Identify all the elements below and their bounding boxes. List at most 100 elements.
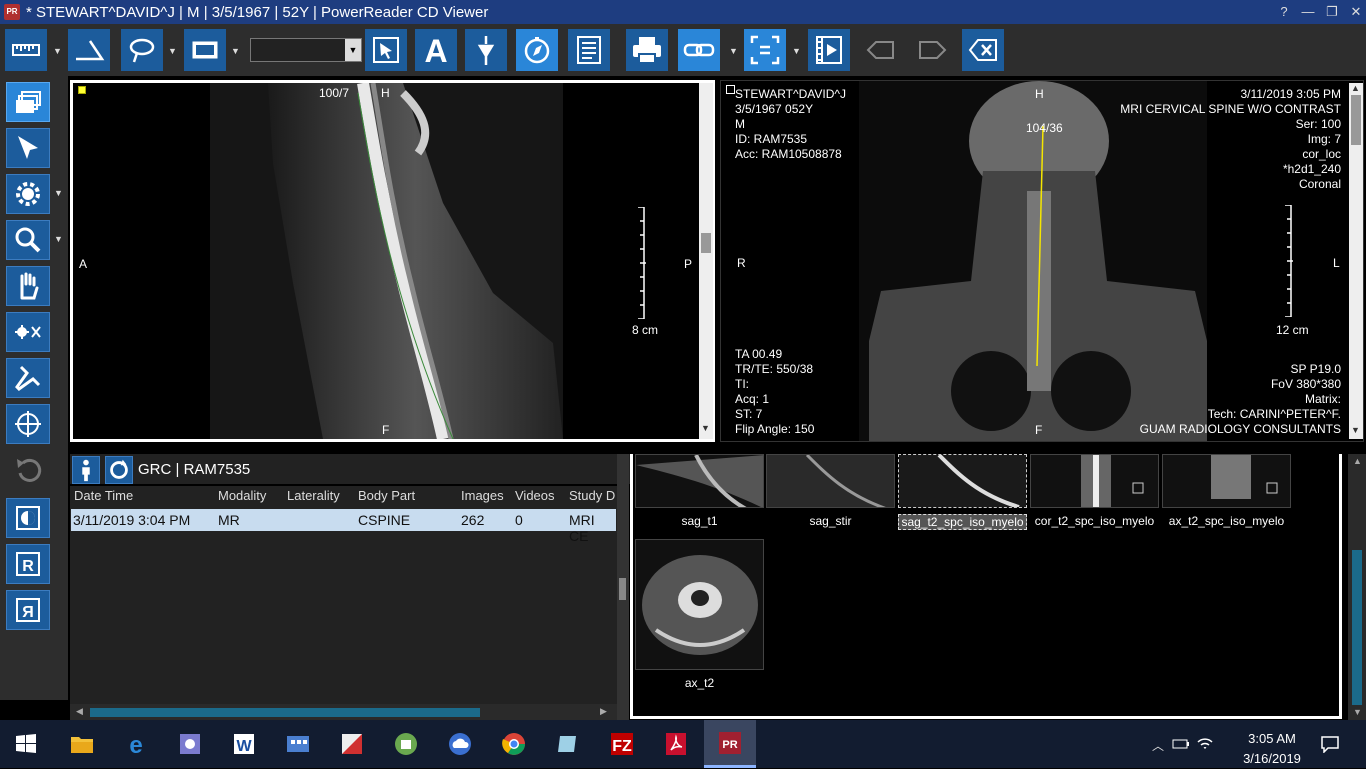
print-button[interactable]: [626, 29, 668, 71]
taskbar-clock[interactable]: 3:05 AM 3/16/2019: [1232, 729, 1312, 769]
flip-button[interactable]: R: [6, 590, 50, 630]
zoom-tool-button[interactable]: [6, 220, 50, 260]
report-button[interactable]: [568, 29, 610, 71]
scroll-left-arrow[interactable]: ◀: [76, 706, 83, 717]
angle-tool-button[interactable]: [68, 29, 110, 71]
ruler-dropdown-arrow[interactable]: ▼: [53, 46, 63, 56]
taskbar-file-explorer[interactable]: [66, 728, 98, 760]
taskbar-notes[interactable]: [552, 728, 584, 760]
column-header[interactable]: Date Time: [74, 488, 133, 508]
stack-tool-button[interactable]: [6, 82, 50, 122]
orientation-bottom: F: [1035, 423, 1043, 437]
link-dropdown-arrow[interactable]: ▼: [729, 46, 739, 56]
sagittal-mri-image: [73, 83, 712, 439]
scroll-thumb[interactable]: [1352, 550, 1362, 705]
panel-splitter[interactable]: [617, 454, 629, 720]
viewport-coronal[interactable]: STEWART^DAVID^J 3/5/1967 052Y M ID: RAM7…: [720, 80, 1364, 442]
freehand-roi-button[interactable]: [121, 29, 163, 71]
probe-button[interactable]: [465, 29, 507, 71]
patient-button[interactable]: [72, 456, 100, 484]
column-header[interactable]: Study D: [569, 488, 615, 508]
refresh-button[interactable]: [105, 456, 133, 484]
study-table-hscrollbar[interactable]: ◀ ▶: [70, 704, 617, 720]
taskbar-powerreader-active[interactable]: PR: [704, 720, 756, 768]
wifi-icon[interactable]: [1196, 734, 1214, 752]
column-header[interactable]: Images: [461, 488, 504, 508]
taskbar-word[interactable]: W: [228, 728, 260, 760]
arrow-annotation-button[interactable]: [365, 29, 407, 71]
chevron-up-icon[interactable]: ︿: [1152, 737, 1164, 754]
battery-icon[interactable]: [1172, 737, 1190, 751]
scroll-down-arrow[interactable]: ▼: [701, 423, 710, 433]
taskbar-app-green[interactable]: [390, 728, 422, 760]
window-level-tool-button[interactable]: [6, 174, 50, 214]
maximize-button[interactable]: ❐: [1320, 0, 1344, 24]
text-annotation-button[interactable]: A: [415, 29, 457, 71]
wl-dropdown-arrow[interactable]: ▼: [54, 188, 63, 198]
cine-button[interactable]: [808, 29, 850, 71]
select-tool-button[interactable]: [6, 128, 50, 168]
invert-button[interactable]: [6, 498, 50, 538]
viewport1-scrollbar[interactable]: ▼: [699, 83, 713, 439]
thumbnail-series[interactable]: cor_t2_spc_iso_myelo: [1030, 454, 1159, 528]
table-row[interactable]: 3/11/2019 3:04 PM MR CSPINE 262 0 MRI CE: [71, 509, 616, 544]
thumbnail-series[interactable]: ax_t2_spc_iso_myelo: [1162, 454, 1291, 528]
splitter-grip[interactable]: [619, 578, 626, 600]
column-header[interactable]: Laterality: [287, 488, 340, 508]
scroll-right-arrow[interactable]: ▶: [600, 706, 607, 717]
taskbar-edge[interactable]: e: [120, 728, 152, 760]
viewport-sagittal[interactable]: 100/7 H F A P 8 cm ▼: [70, 80, 715, 442]
layout-dropdown-arrow[interactable]: ▼: [792, 46, 802, 56]
next-study-button[interactable]: [911, 29, 953, 71]
taskbar-filezilla[interactable]: FZ: [606, 728, 638, 760]
reset-button[interactable]: [6, 450, 50, 490]
taskbar-cloud[interactable]: [444, 728, 476, 760]
notification-icon[interactable]: [1320, 735, 1340, 753]
dropper-icon: [15, 365, 41, 391]
roi-dropdown-arrow[interactable]: ▼: [168, 46, 178, 56]
window-level-select[interactable]: ▼: [250, 38, 362, 62]
taskbar-paint[interactable]: [336, 728, 368, 760]
taskbar-network[interactable]: [282, 728, 314, 760]
scroll-up-arrow[interactable]: ▲: [1351, 83, 1360, 93]
viewport2-scrollbar[interactable]: ▲ ▼: [1349, 83, 1363, 439]
zoom-dropdown-arrow[interactable]: ▼: [54, 234, 63, 244]
thumbnail-series[interactable]: sag_t1: [635, 454, 764, 528]
measure-ruler-button[interactable]: [5, 29, 47, 71]
rectangle-roi-button[interactable]: [184, 29, 226, 71]
app-icon[interactable]: PR: [4, 4, 20, 20]
start-button[interactable]: [10, 728, 42, 760]
compass-button[interactable]: [516, 29, 558, 71]
close-button[interactable]: ✕: [1344, 0, 1366, 24]
crosshair-tool-button[interactable]: [6, 404, 50, 444]
close-study-button[interactable]: [962, 29, 1004, 71]
thumbnail-series-selected[interactable]: sag_t2_spc_iso_myelo: [898, 454, 1027, 530]
scroll-up-arrow[interactable]: ▲: [1353, 456, 1362, 466]
link-series-button[interactable]: [678, 29, 720, 71]
column-header[interactable]: Modality: [218, 488, 266, 508]
viewport-select-checkbox[interactable]: [726, 85, 735, 94]
scroll-down-arrow[interactable]: ▼: [1353, 707, 1362, 717]
rotate-right-button[interactable]: R: [6, 544, 50, 584]
thumbnail-series[interactable]: ax_t2: [635, 539, 764, 690]
previous-study-button[interactable]: [860, 29, 902, 71]
scroll-down-arrow[interactable]: ▼: [1351, 425, 1360, 435]
rectangle-dropdown-arrow[interactable]: ▼: [231, 46, 241, 56]
dropper-tool-button[interactable]: [6, 358, 50, 398]
thumbnails-scrollbar[interactable]: ▲ ▼: [1348, 454, 1366, 720]
layout-button[interactable]: [744, 29, 786, 71]
minimize-button[interactable]: —: [1296, 0, 1320, 24]
column-header[interactable]: Body Part: [358, 488, 415, 508]
scroll-thumb[interactable]: [90, 708, 480, 717]
taskbar-acrobat[interactable]: [660, 728, 692, 760]
thumbnail-series[interactable]: sag_stir: [766, 454, 895, 528]
column-header[interactable]: Videos: [515, 488, 555, 508]
pan-tool-button[interactable]: [6, 266, 50, 306]
taskbar-app[interactable]: [174, 728, 206, 760]
filter-tool-button[interactable]: [6, 312, 50, 352]
chevron-down-icon[interactable]: ▼: [345, 39, 361, 61]
help-button[interactable]: ?: [1272, 0, 1296, 24]
scroll-thumb[interactable]: [701, 233, 711, 253]
scroll-thumb[interactable]: [1351, 95, 1361, 145]
taskbar-chrome[interactable]: [498, 728, 530, 760]
